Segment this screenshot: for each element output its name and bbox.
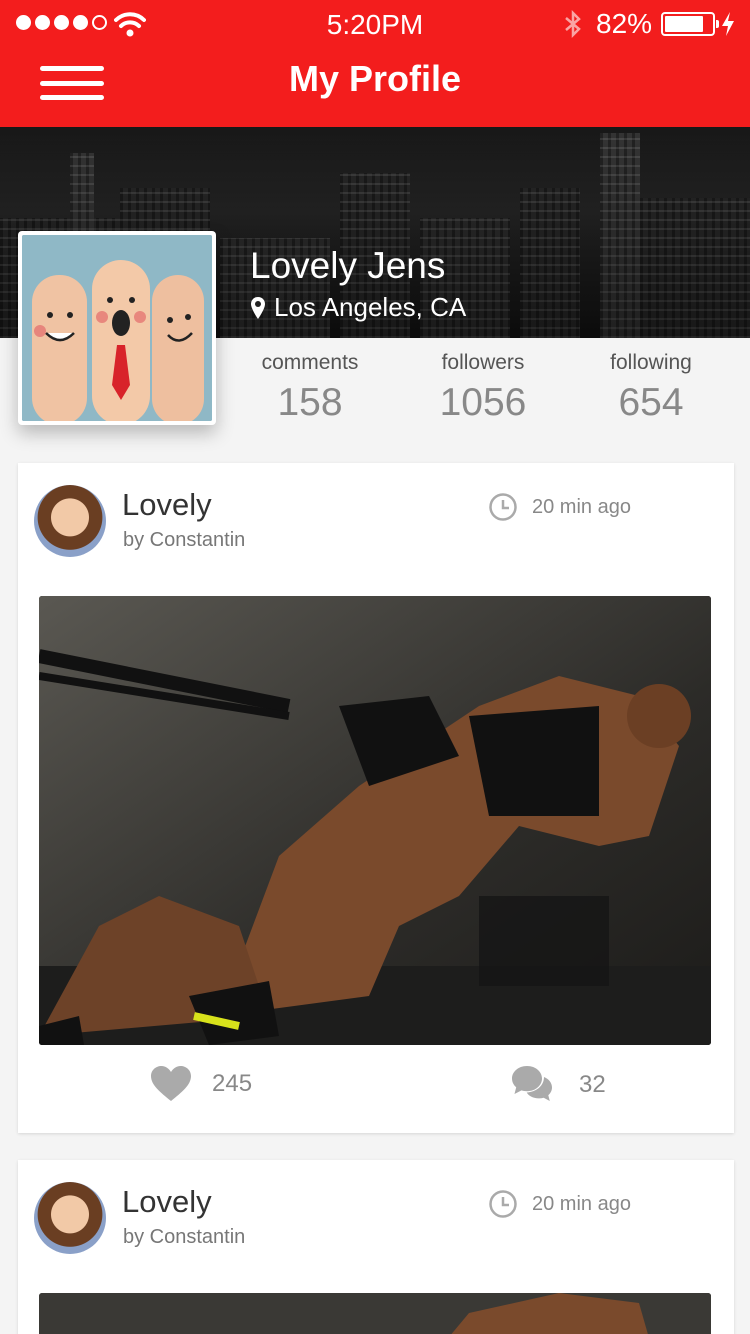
battery-percentage: 82% [596, 8, 653, 39]
stat-followers[interactable]: followers 1056 [398, 338, 568, 425]
page-title: My Profile [288, 58, 462, 99]
profile-avatar[interactable] [18, 231, 216, 425]
chat-bubbles-icon [512, 1066, 552, 1101]
post-card[interactable]: Lovely by Constantin 20 min ago [18, 1160, 734, 1334]
profile-stats: comments 158 followers 1056 following 65… [222, 338, 750, 438]
like-button[interactable]: 245 [150, 1065, 252, 1103]
post-author: by Constantin [123, 1226, 246, 1248]
app-header: 5:20PM 82% My Profile [0, 0, 750, 127]
battery-icon [661, 12, 719, 36]
comment-count: 32 [579, 1071, 606, 1098]
post-card[interactable]: Lovely by Constantin 20 min ago [18, 463, 734, 1133]
profile-location: Los Angeles, CA [250, 292, 466, 323]
comment-button[interactable]: 32 [511, 1065, 606, 1105]
stat-value: 1056 [439, 381, 527, 424]
stat-value: 158 [277, 381, 343, 424]
bluetooth-icon [565, 10, 581, 38]
post-time-text: 20 min ago [532, 1192, 631, 1215]
stat-label: followers [441, 351, 525, 374]
post-title: Lovely [122, 487, 212, 522]
clock-icon [489, 493, 517, 521]
status-bar: 5:20PM 82% [0, 0, 750, 48]
stat-label: following [610, 351, 692, 374]
stat-label: comments [261, 351, 359, 374]
post-author: by Constantin [123, 529, 246, 551]
post-actions: 245 32 [18, 1045, 734, 1133]
heart-icon [151, 1066, 191, 1101]
post-image[interactable] [39, 596, 711, 1045]
post-time-text: 20 min ago [532, 495, 631, 518]
location-text: Los Angeles, CA [274, 292, 467, 322]
profile-avatar-image [22, 235, 212, 421]
profile-name: Lovely Jens [250, 245, 446, 286]
stat-comments[interactable]: comments 158 [225, 338, 395, 425]
stat-following[interactable]: following 654 [566, 338, 736, 425]
post-time: 20 min ago [488, 1189, 631, 1219]
location-pin-icon [251, 296, 265, 319]
charging-bolt-icon [722, 12, 734, 36]
clock-icon [489, 1190, 517, 1218]
like-count: 245 [212, 1070, 253, 1097]
author-avatar[interactable] [34, 1182, 106, 1254]
post-title: Lovely [122, 1184, 212, 1219]
stat-value: 654 [618, 381, 684, 424]
post-time: 20 min ago [488, 492, 631, 522]
author-avatar[interactable] [34, 485, 106, 557]
post-image[interactable] [39, 1293, 711, 1334]
